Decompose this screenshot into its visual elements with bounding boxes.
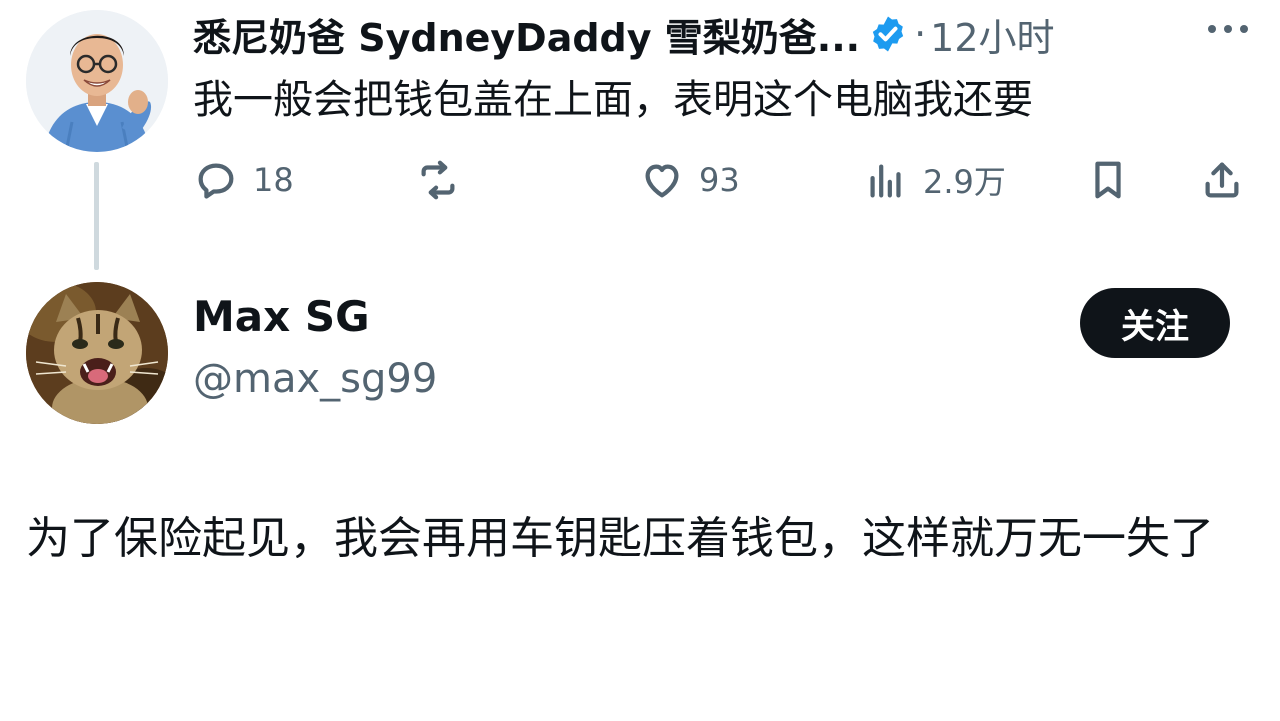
parent-author-avatar[interactable] bbox=[26, 10, 168, 152]
retweet-button[interactable] bbox=[415, 152, 461, 208]
more-options-icon[interactable] bbox=[1208, 22, 1248, 36]
thread-connector-line bbox=[94, 162, 99, 270]
verified-badge-icon bbox=[872, 16, 904, 52]
bookmark-button[interactable] bbox=[1085, 152, 1131, 208]
follow-button[interactable]: 关注 bbox=[1080, 288, 1230, 358]
parent-tweet-text: 我一般会把钱包盖在上面，表明这个电脑我还要 bbox=[193, 77, 1033, 123]
cat-avatar-icon bbox=[26, 282, 168, 424]
reply-author-handle[interactable]: @max_sg99 bbox=[193, 356, 437, 402]
views-count: 2.9万 bbox=[923, 163, 1006, 201]
like-count: 93 bbox=[699, 161, 740, 199]
parent-author-name[interactable]: 悉尼奶爸 SydneyDaddy 雪梨奶爸... bbox=[193, 7, 860, 62]
tweet-action-bar: 18 93 2.9万 bbox=[193, 152, 1253, 208]
retweet-icon bbox=[421, 160, 455, 200]
reply-count: 18 bbox=[253, 161, 294, 199]
like-button[interactable]: 93 bbox=[639, 152, 740, 208]
person-avatar-icon bbox=[26, 10, 168, 152]
reply-author-name[interactable]: Max SG bbox=[193, 292, 370, 341]
meta-separator: · bbox=[914, 12, 927, 56]
reply-button[interactable]: 18 bbox=[193, 152, 294, 208]
tweet-timestamp[interactable]: 12小时 bbox=[930, 7, 1054, 62]
reply-author-avatar[interactable] bbox=[26, 282, 168, 424]
share-icon bbox=[1205, 162, 1239, 198]
tweet-thread: 悉尼奶爸 SydneyDaddy 雪梨奶爸... · 12小时 我一般会把钱包盖… bbox=[0, 0, 1280, 721]
reply-tweet-text: 为了保险起见，我会再用车钥匙压着钱包，这样就万无一失了 bbox=[26, 513, 1214, 564]
views-chart-icon bbox=[870, 164, 901, 198]
heart-icon bbox=[645, 164, 679, 198]
share-button[interactable] bbox=[1199, 152, 1245, 208]
parent-tweet-header: 悉尼奶爸 SydneyDaddy 雪梨奶爸... · 12小时 bbox=[193, 6, 1263, 62]
views-button[interactable]: 2.9万 bbox=[863, 152, 1006, 208]
bookmark-icon bbox=[1095, 161, 1121, 199]
reply-icon bbox=[198, 163, 234, 199]
